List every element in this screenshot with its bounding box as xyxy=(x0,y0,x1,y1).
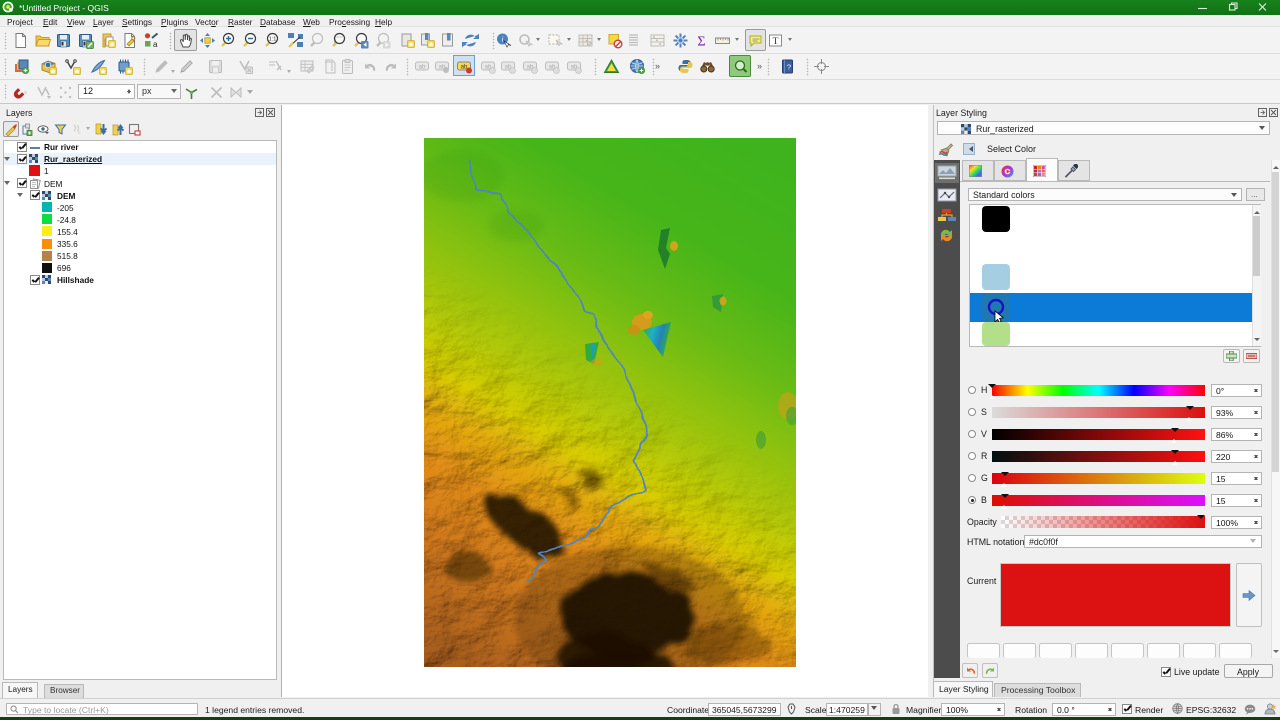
svg-text:1:1: 1:1 xyxy=(268,36,276,42)
svg-text:?: ? xyxy=(786,62,790,71)
svg-text:ε: ε xyxy=(78,130,81,136)
svg-text:Σ: Σ xyxy=(697,34,705,49)
svg-text:a: a xyxy=(153,40,158,49)
svg-text:ab: ab xyxy=(419,65,426,71)
svg-text:T: T xyxy=(772,37,778,47)
svg-text:i: i xyxy=(501,34,503,43)
